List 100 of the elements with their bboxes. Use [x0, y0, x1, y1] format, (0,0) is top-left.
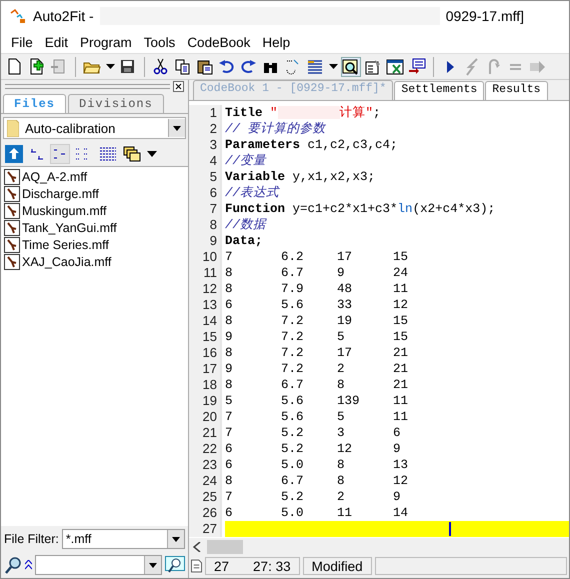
- close-icon[interactable]: [173, 80, 184, 92]
- data-line: 8 7.2 19 15: [225, 313, 410, 329]
- format-icon[interactable]: [306, 58, 324, 76]
- caret-icon: [173, 126, 181, 130]
- folder-dropdown[interactable]: Auto-calibration: [3, 117, 186, 139]
- line-number: 6: [189, 185, 222, 201]
- dropdown-button[interactable]: [167, 530, 184, 548]
- status-state: Modified: [312, 558, 363, 574]
- code-line: Function y=c1+c2*x1+c3*ln(x2+c4*x3);: [225, 201, 496, 217]
- spreadsheet-icon[interactable]: [386, 58, 404, 76]
- list-entry[interactable]: XAJ_CaoJia.mff: [4, 254, 185, 270]
- file-icon: [4, 220, 20, 236]
- data-line: 7 5.6 5 11: [225, 409, 410, 425]
- code-line: Title " 计算";: [225, 105, 382, 121]
- scroll-left-icon[interactable]: [193, 542, 201, 552]
- menu-item[interactable]: File: [5, 32, 39, 52]
- data-line: 7 6.2 17 15: [225, 249, 410, 265]
- menu-item[interactable]: CodeBook: [181, 32, 256, 52]
- line-number: 17: [189, 361, 222, 377]
- properties-icon[interactable]: [364, 58, 382, 76]
- redo-icon[interactable]: [240, 58, 258, 76]
- data-line: 8 6.7 8 12: [225, 473, 410, 489]
- data-line: 8 7.2 17 21: [225, 345, 410, 361]
- line-number: 5: [189, 169, 222, 185]
- undo-icon[interactable]: [218, 58, 236, 76]
- line-number: 26: [189, 505, 222, 521]
- cut-icon[interactable]: [152, 58, 170, 76]
- list-entry[interactable]: AQ_A-2.mff: [4, 169, 185, 185]
- list-entry[interactable]: Time Series.mff: [4, 237, 185, 253]
- line-number: 14: [189, 313, 222, 329]
- line-number: 18: [189, 377, 222, 393]
- line-number: 7: [189, 201, 222, 217]
- data-line: 7 5.2 2 9: [225, 489, 402, 505]
- data-line: 8 6.7 8 21: [225, 377, 410, 393]
- line-number: 19: [189, 393, 222, 409]
- line-number: 4: [189, 153, 222, 169]
- double-caret-up-icon[interactable]: [25, 560, 32, 570]
- data-line: 6 5.6 33 12: [225, 297, 410, 313]
- details-view-icon[interactable]: [99, 146, 117, 162]
- line-number: 13: [189, 297, 222, 313]
- dropdown-button[interactable]: [168, 119, 185, 137]
- find-in-files-icon[interactable]: [165, 556, 185, 574]
- dropdown-button[interactable]: [144, 556, 161, 574]
- data-line: 9 7.2 5 15: [225, 329, 410, 345]
- menu-item[interactable]: Program: [74, 32, 138, 52]
- data-line: 8 6.7 9 24: [225, 265, 410, 281]
- file-icon: [4, 254, 20, 270]
- folders-icon[interactable]: [123, 146, 141, 162]
- line-number: 23: [189, 457, 222, 473]
- line-number: 20: [189, 409, 222, 425]
- search-icon[interactable]: [342, 58, 360, 76]
- file-icon: [4, 203, 20, 219]
- scrollbar-thumb[interactable]: [207, 540, 243, 554]
- line-number: 3: [189, 137, 222, 153]
- data-line: 9 7.2 2 21: [225, 361, 410, 377]
- paste-icon[interactable]: [196, 58, 214, 76]
- status-line: 27: [214, 558, 230, 574]
- line-number: 12: [189, 281, 222, 297]
- line-number: 2: [189, 121, 222, 137]
- code-line: Data;: [225, 233, 264, 249]
- text-cursor: [449, 522, 451, 536]
- data-line: 6 5.0 11 14: [225, 505, 410, 521]
- document-icon: [191, 559, 202, 573]
- list-entry[interactable]: Muskingum.mff: [4, 203, 185, 219]
- line-number: 22: [189, 441, 222, 457]
- add-file-icon[interactable]: [28, 58, 46, 76]
- line-number: 24: [189, 473, 222, 489]
- data-line: 6 5.0 8 13: [225, 457, 410, 473]
- search-icon[interactable]: [4, 556, 22, 574]
- window-title: Auto2Fit -: [33, 8, 94, 24]
- line-number: 27: [189, 521, 222, 537]
- code-line: Parameters c1,c2,c3,c4;: [225, 137, 399, 153]
- menu-item[interactable]: Help: [256, 32, 296, 52]
- editor-tab[interactable]: Settlements: [394, 81, 484, 100]
- up-folder-icon[interactable]: [5, 145, 23, 163]
- list-entry[interactable]: Discharge.mff: [4, 186, 185, 202]
- line-number: 21: [189, 425, 222, 441]
- data-line: 6 5.2 12 9: [225, 441, 402, 457]
- panel-tab[interactable]: Divisions: [68, 94, 164, 113]
- line-number: 16: [189, 345, 222, 361]
- menu-item[interactable]: Tools: [138, 32, 182, 52]
- app-logo-icon: [9, 7, 27, 25]
- code-line: //表达式: [225, 185, 281, 201]
- save-icon[interactable]: [119, 58, 137, 76]
- editor-tab[interactable]: Results: [485, 81, 548, 100]
- file-icon: [4, 237, 20, 253]
- copy-icon[interactable]: [174, 58, 192, 76]
- data-line: 8 7.9 48 11: [225, 281, 410, 297]
- caret-icon[interactable]: [147, 151, 157, 157]
- list-arrow-icon[interactable]: [408, 58, 426, 76]
- list-entry[interactable]: Tank_YanGui.mff: [4, 220, 185, 236]
- line-number: 9: [189, 233, 222, 249]
- line-number: 11: [189, 265, 222, 281]
- menu-item[interactable]: Edit: [38, 32, 74, 52]
- code-line: Variable y,x1,x2,x3;: [225, 169, 376, 185]
- data-line: 7 5.2 3 6: [225, 425, 402, 441]
- caret-icon: [149, 562, 157, 568]
- filter-label: File Filter:: [4, 532, 59, 546]
- code-line: // 要计算的参数: [225, 121, 327, 137]
- file-filter-combo[interactable]: *.mff: [62, 529, 185, 549]
